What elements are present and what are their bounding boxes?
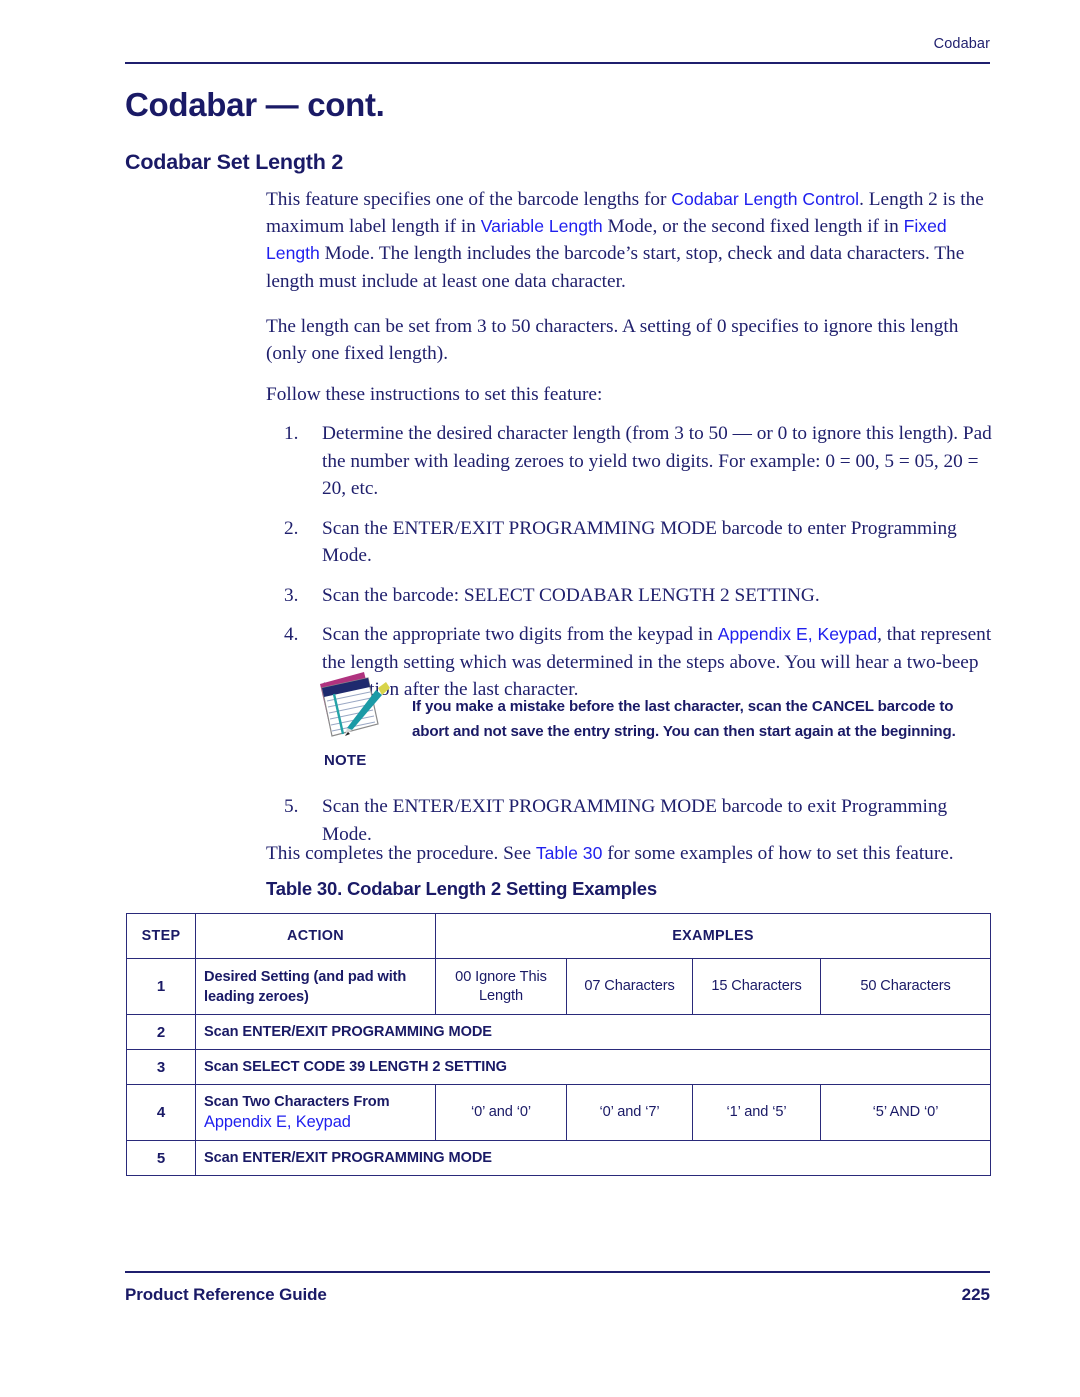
table-row: 4 Scan Two Characters From Appendix E, K…: [126, 1084, 991, 1141]
cell-action: Scan ENTER/EXIT PROGRAMMING MODE: [195, 1140, 991, 1176]
cell-action-label: Scan Two Characters From: [204, 1094, 390, 1110]
cell-step: 1: [126, 958, 196, 1015]
table-row: 5 Scan ENTER/EXIT PROGRAMMING MODE: [126, 1140, 991, 1176]
table-header-row: STEP ACTION EXAMPLES: [126, 913, 991, 959]
document-page: Codabar Codabar — cont. Codabar Set Leng…: [0, 0, 1080, 1397]
list-item-text: Determine the desired character length (…: [322, 423, 992, 499]
column-header-action: ACTION: [195, 913, 436, 959]
list-item-number: 5.: [284, 796, 299, 817]
list-item-text: Scan the ENTER/EXIT PROGRAMMING MODE bar…: [322, 796, 948, 845]
list-item: 3. Scan the barcode: SELECT CODABAR LENG…: [266, 582, 992, 610]
list-item: 2. Scan the ENTER/EXIT PROGRAMMING MODE …: [266, 515, 992, 570]
running-header: Codabar: [933, 36, 990, 52]
cell-example: ‘5’ AND ‘0’: [820, 1084, 991, 1141]
notepad-pen-icon: [312, 668, 394, 746]
cell-action: Scan Two Characters From Appendix E, Key…: [195, 1084, 436, 1141]
list-item-text-part-1: Scan the appropriate two digits from the…: [322, 624, 718, 645]
cell-example: ‘1’ and ‘5’: [692, 1084, 821, 1141]
cell-action: Scan SELECT CODE 39 LENGTH 2 SETTING: [195, 1049, 991, 1085]
table-row: 3 Scan SELECT CODE 39 LENGTH 2 SETTING: [126, 1049, 991, 1085]
xref-table-30[interactable]: Table 30: [536, 843, 603, 863]
intro-text-part-1: This feature specifies one of the barcod…: [266, 189, 672, 210]
list-item-number: 2.: [284, 517, 299, 539]
header-rule: [125, 62, 990, 65]
intro-text-part-4: Mode. The length includes the barcode’s …: [266, 243, 965, 292]
note-text: If you make a mistake before the last ch…: [412, 698, 956, 740]
cell-step: 3: [126, 1049, 196, 1085]
intro-paragraph: This feature specifies one of the barcod…: [266, 186, 992, 295]
cell-step: 4: [126, 1084, 196, 1141]
footer-rule: [125, 1271, 990, 1274]
intro-text-part-3: Mode, or the second fixed length if in: [602, 216, 904, 238]
table-caption: Table 30. Codabar Length 2 Setting Examp…: [266, 878, 657, 899]
note-label: NOTE: [324, 752, 367, 769]
column-header-step: STEP: [126, 913, 196, 959]
list-item-number: 3.: [284, 584, 299, 606]
xref-appendix-e-keypad-cell[interactable]: Appendix E, Keypad: [204, 1113, 351, 1131]
table-row: 2 Scan ENTER/EXIT PROGRAMMING MODE: [126, 1014, 991, 1050]
cell-step: 2: [126, 1014, 196, 1050]
footer-page-number: 225: [961, 1285, 990, 1304]
xref-variable-length[interactable]: Variable Length: [481, 216, 603, 236]
closing-text-part-1: This completes the procedure. See: [266, 843, 536, 864]
length-range-paragraph: The length can be set from 3 to 50 chara…: [266, 316, 959, 365]
examples-table: STEP ACTION EXAMPLES 1 Desired Setting (…: [126, 913, 991, 1176]
instructions-lead-in: Follow these instructions to set this fe…: [266, 384, 603, 405]
cell-action: Desired Setting (and pad with leading ze…: [195, 958, 436, 1015]
cell-example: ‘0’ and ‘7’: [566, 1084, 693, 1141]
column-header-examples: EXAMPLES: [435, 913, 991, 959]
cell-example: 07 Characters: [566, 958, 693, 1015]
list-item-text: Scan the barcode: SELECT CODABAR LENGTH …: [322, 584, 820, 606]
cell-step: 5: [126, 1140, 196, 1176]
list-item-number: 4.: [284, 624, 299, 645]
page-title: Codabar — cont.: [125, 86, 385, 123]
cell-example: 00 Ignore This Length: [435, 958, 567, 1015]
list-item-text: Scan the ENTER/EXIT PROGRAMMING MODE bar…: [322, 517, 957, 567]
list-item: 1. Determine the desired character lengt…: [266, 420, 992, 503]
closing-paragraph: This completes the procedure. See Table …: [266, 840, 992, 867]
xref-codabar-length-control[interactable]: Codabar Length Control: [671, 189, 859, 209]
cell-action: Scan ENTER/EXIT PROGRAMMING MODE: [195, 1014, 991, 1050]
table-row: 1 Desired Setting (and pad with leading …: [126, 958, 991, 1015]
section-heading: Codabar Set Length 2: [125, 150, 344, 174]
cell-example: 15 Characters: [692, 958, 821, 1015]
list-item-number: 1.: [284, 423, 299, 444]
closing-text-part-2: for some examples of how to set this fea…: [602, 843, 954, 864]
xref-appendix-e-keypad[interactable]: Appendix E, Keypad: [718, 624, 877, 644]
cell-example: ‘0’ and ‘0’: [435, 1084, 567, 1141]
cell-example: 50 Characters: [820, 958, 991, 1015]
